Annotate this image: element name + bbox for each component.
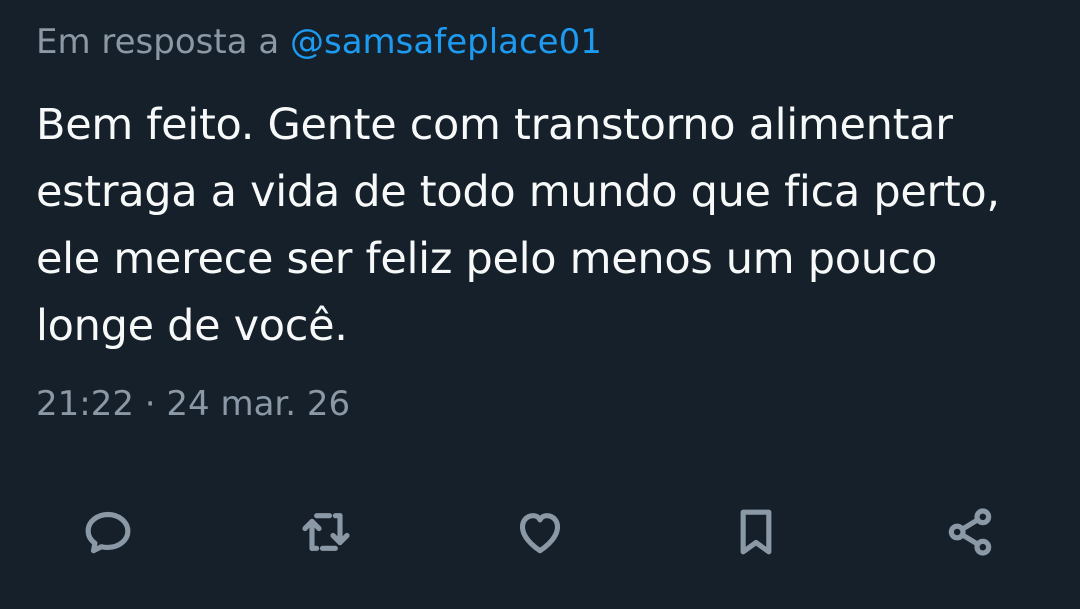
tweet-detail: Em resposta a @samsafeplace01 Bem feito.… bbox=[0, 0, 1080, 609]
share-button[interactable] bbox=[934, 496, 1006, 568]
like-button[interactable] bbox=[504, 496, 576, 568]
reply-icon bbox=[85, 511, 131, 554]
bookmark-button[interactable] bbox=[720, 496, 792, 568]
reply-handle-link[interactable]: @samsafeplace01 bbox=[290, 22, 602, 62]
reply-prefix: Em resposta a bbox=[36, 22, 290, 62]
bookmark-icon bbox=[740, 509, 772, 555]
reply-context: Em resposta a @samsafeplace01 bbox=[36, 20, 602, 64]
tweet-text: Bem feito. Gente com transtorno alimenta… bbox=[36, 100, 1000, 351]
tweet-actions-bar bbox=[0, 496, 1080, 568]
heart-icon bbox=[519, 513, 561, 554]
tweet-timestamp[interactable]: 21:22 · 24 mar. 26 bbox=[36, 380, 350, 428]
retweet-icon bbox=[302, 513, 350, 551]
share-icon bbox=[948, 508, 992, 556]
reply-button[interactable] bbox=[72, 496, 144, 568]
retweet-button[interactable] bbox=[290, 496, 362, 568]
